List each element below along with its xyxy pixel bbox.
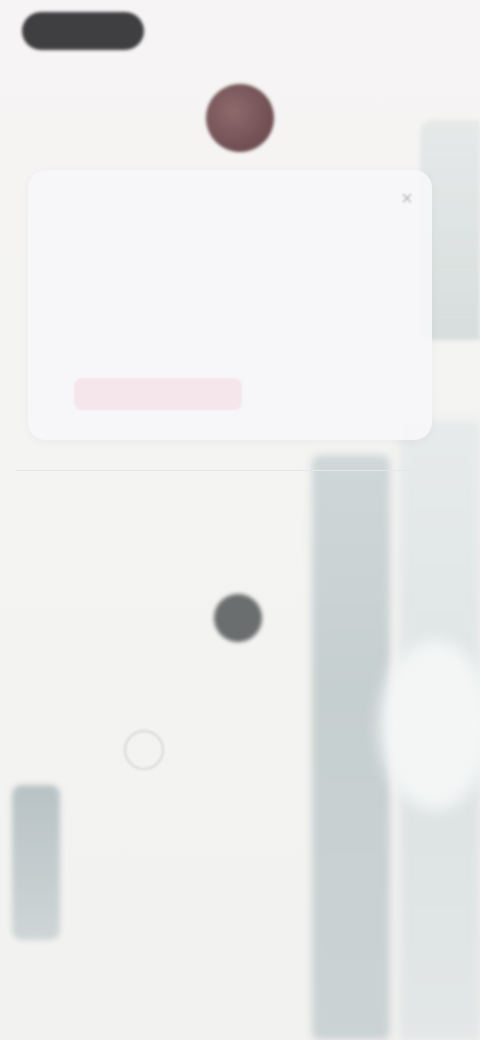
close-icon[interactable]: × (396, 188, 418, 210)
background-pillar (12, 785, 60, 940)
status-bar (0, 0, 480, 62)
card-action-button[interactable] (74, 378, 242, 410)
avatar[interactable] (206, 84, 274, 152)
divider (16, 470, 464, 471)
location-dot[interactable] (214, 594, 262, 642)
background-column (312, 455, 390, 1040)
top-navigation (0, 82, 480, 154)
info-card: × (28, 170, 432, 440)
background-blob (380, 640, 480, 810)
status-pill[interactable] (22, 12, 144, 50)
circle-icon[interactable] (124, 730, 164, 770)
